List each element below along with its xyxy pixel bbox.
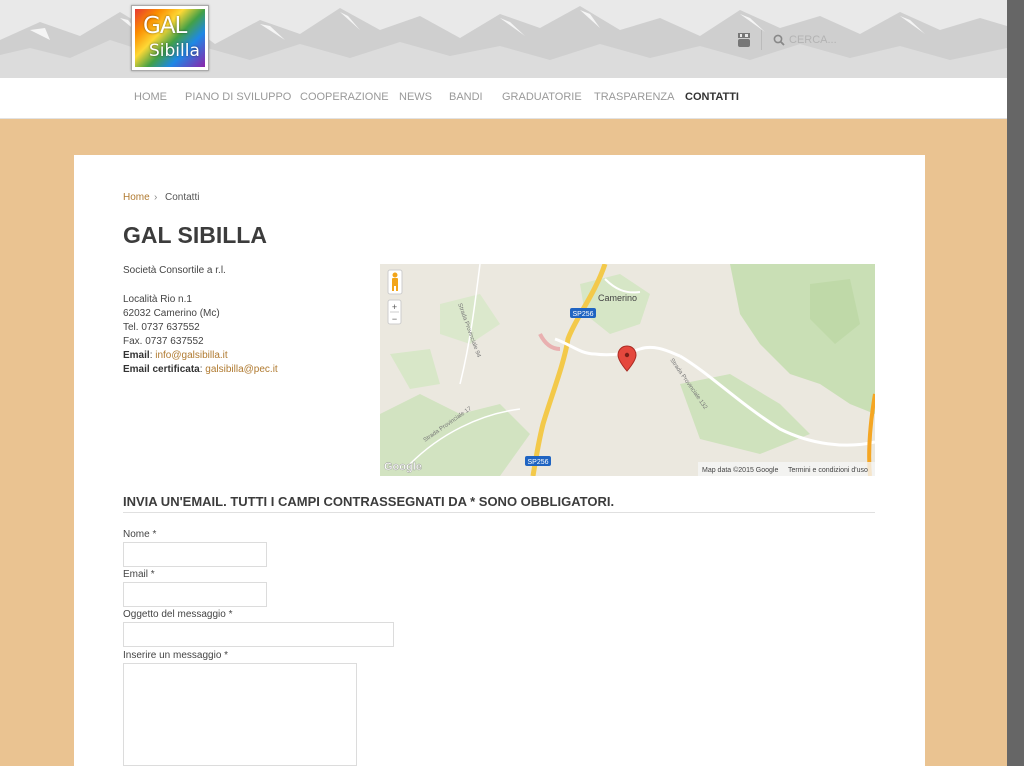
header-divider (761, 30, 762, 50)
zoom-out-button[interactable]: − (392, 314, 397, 324)
nav-item-bandi[interactable]: BANDI (449, 91, 483, 103)
company-type: Società Consortile a r.l. (123, 265, 226, 276)
google-logo[interactable]: Google (384, 461, 422, 473)
breadcrumb-separator: › (154, 192, 158, 203)
phone-number: Tel. 0737 637552 (123, 322, 200, 333)
nav-item-graduatorie[interactable]: GRADUATORIE (502, 91, 582, 103)
subject-input[interactable] (123, 622, 394, 647)
search-icon[interactable] (773, 34, 785, 46)
name-field-label: Nome * (123, 529, 157, 540)
nav-item-cooperazione[interactable]: COOPERAZIONE (300, 91, 389, 103)
site-header: GAL Sibilla (0, 0, 1007, 78)
logo-rainbow: GAL Sibilla (135, 9, 205, 67)
email-label: Email (123, 350, 150, 361)
pec-line: Email certificata: galsibilla@pec.it (123, 364, 278, 375)
map-road-badge-bottom-label: SP256 (527, 459, 548, 466)
logo-text-gal: GAL (143, 13, 187, 39)
street-view-pegman-icon[interactable] (387, 269, 403, 295)
pec-link[interactable]: galsibilla@pec.it (205, 364, 277, 375)
youtube-icon[interactable] (738, 33, 750, 47)
name-input[interactable] (123, 542, 267, 567)
map-town-label: Camerino (598, 293, 637, 303)
email-field-label: Email * (123, 569, 155, 580)
scrollbar[interactable] (1007, 0, 1024, 766)
site-logo[interactable]: GAL Sibilla (131, 5, 209, 71)
nav-item-news[interactable]: NEWS (399, 91, 432, 103)
map-canvas[interactable]: SP256 SP256 Camerino Strada Provinciale … (380, 264, 875, 476)
email-link[interactable]: info@galsibilla.it (155, 350, 227, 361)
email-line: Email: info@galsibilla.it (123, 350, 228, 361)
breadcrumb-current: Contatti (165, 192, 200, 203)
logo-text-sibilla: Sibilla (149, 41, 200, 61)
zoom-in-button[interactable]: + (392, 302, 397, 312)
email-input[interactable] (123, 582, 267, 607)
map-terms-link[interactable]: Termini e condizioni d'uso (788, 467, 868, 474)
message-textarea[interactable] (123, 663, 357, 766)
message-field-label: Inserire un messaggio * (123, 650, 229, 661)
nav-item-trasparenza[interactable]: TRASPARENZA (594, 91, 674, 103)
subject-field-label: Oggetto del messaggio * (123, 609, 233, 620)
nav-item-home[interactable]: HOME (134, 91, 167, 103)
pec-label: Email certificata (123, 364, 200, 375)
google-map[interactable]: SP256 SP256 Camerino Strada Provinciale … (380, 264, 875, 476)
map-attribution: Map data ©2015 Google (702, 466, 778, 474)
nav-item-contatti[interactable]: CONTATTI (685, 91, 739, 103)
address-line-1: Località Rio n.1 (123, 294, 192, 305)
map-road-badge-top-label: SP256 (572, 311, 593, 318)
form-heading: INVIA UN'EMAIL. TUTTI I CAMPI CONTRASSEG… (123, 494, 615, 509)
page-title: GAL SIBILLA (123, 222, 267, 248)
main-nav: HOME PIANO DI SVILUPPO COOPERAZIONE NEWS… (0, 78, 1007, 119)
breadcrumb-home[interactable]: Home (123, 192, 150, 203)
address-line-2: 62032 Camerino (Mc) (123, 308, 220, 319)
nav-item-piano-di-sviluppo[interactable]: PIANO DI SVILUPPO (185, 91, 291, 103)
search-input[interactable] (789, 32, 879, 48)
fax-number: Fax. 0737 637552 (123, 336, 204, 347)
form-divider (123, 512, 875, 513)
